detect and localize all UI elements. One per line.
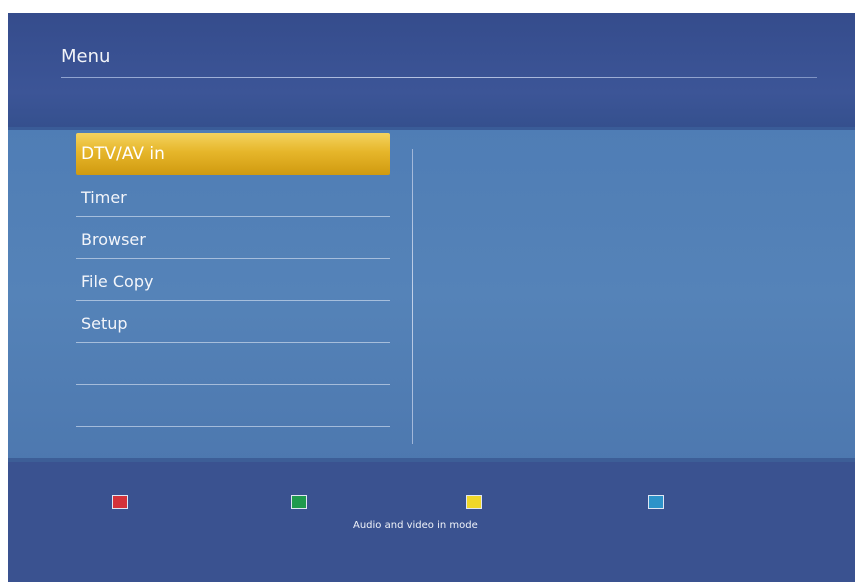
blue-key-icon[interactable] bbox=[648, 495, 664, 509]
green-key-icon[interactable] bbox=[291, 495, 307, 509]
menu-item-empty bbox=[76, 343, 390, 385]
menu-item-browser[interactable]: Browser bbox=[76, 217, 390, 259]
page-title: Menu bbox=[61, 46, 111, 67]
menu-list: DTV/AV in Timer Browser File Copy Setup bbox=[76, 133, 390, 427]
menu-item-empty bbox=[76, 385, 390, 427]
menu-item-timer[interactable]: Timer bbox=[76, 175, 390, 217]
menu-item-dtv-av-in[interactable]: DTV/AV in bbox=[76, 133, 390, 175]
help-text: Audio and video in mode bbox=[353, 520, 478, 531]
menu-item-label: Browser bbox=[81, 230, 146, 249]
title-divider bbox=[61, 77, 817, 78]
panel-divider bbox=[412, 149, 413, 444]
menu-panel: DTV/AV in Timer Browser File Copy Setup bbox=[8, 127, 855, 462]
yellow-key-icon[interactable] bbox=[466, 495, 482, 509]
menu-item-label: Timer bbox=[81, 188, 127, 207]
header: Menu bbox=[8, 13, 855, 127]
red-key-icon[interactable] bbox=[112, 495, 128, 509]
footer: Audio and video in mode bbox=[8, 462, 855, 582]
menu-item-label: DTV/AV in bbox=[81, 144, 165, 164]
menu-item-label: Setup bbox=[81, 314, 128, 333]
tv-menu-screen: Menu DTV/AV in Timer Browser File Copy S… bbox=[8, 13, 855, 582]
menu-item-setup[interactable]: Setup bbox=[76, 301, 390, 343]
menu-item-file-copy[interactable]: File Copy bbox=[76, 259, 390, 301]
menu-item-label: File Copy bbox=[81, 272, 154, 291]
